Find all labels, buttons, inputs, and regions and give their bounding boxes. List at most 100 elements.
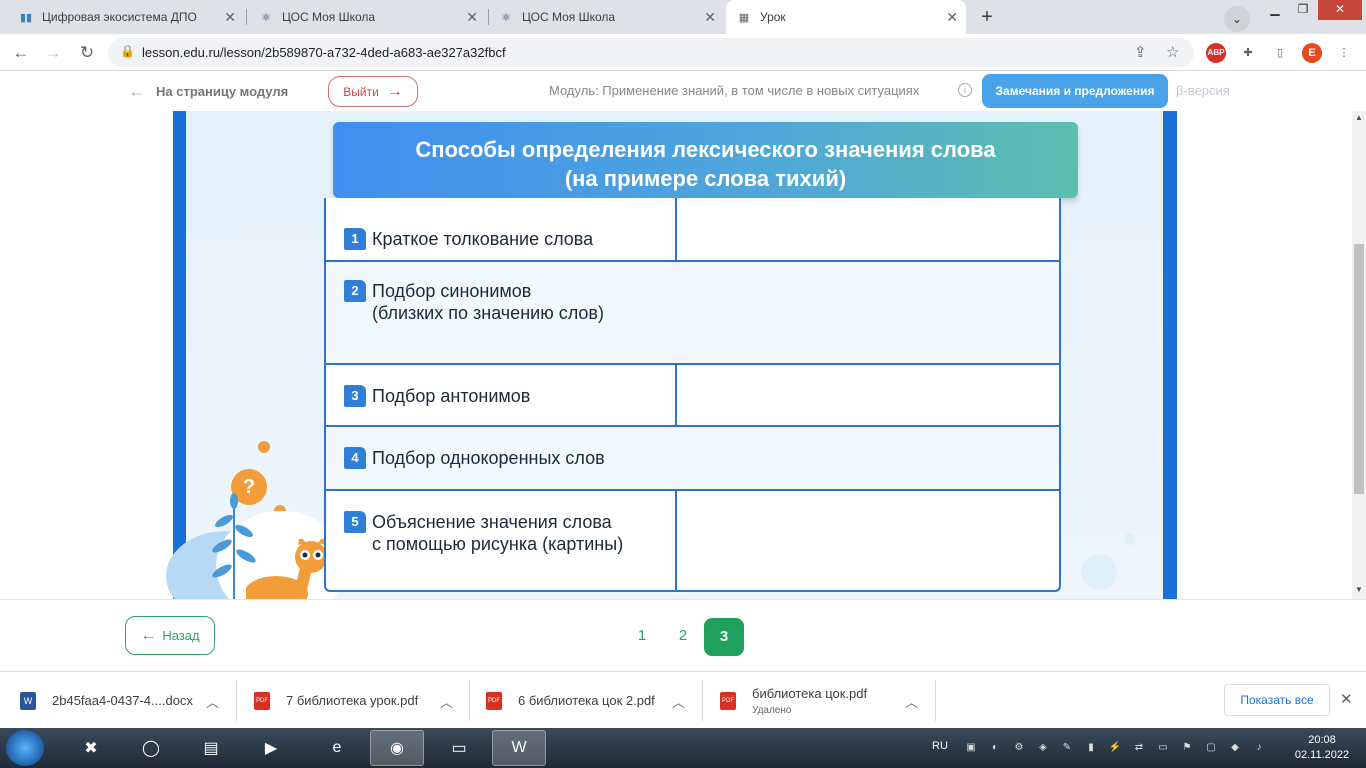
- back-to-module-link[interactable]: ← На страницу модуля: [128, 81, 288, 102]
- tray-icon[interactable]: ✎: [1060, 741, 1074, 755]
- tab-school-2[interactable]: ⚛ ЦОС Моя Школа ✕: [488, 0, 724, 34]
- tray-icon[interactable]: ◈: [1036, 741, 1050, 755]
- app-icon[interactable]: ✖: [64, 730, 118, 766]
- feedback-button[interactable]: Замечания и предложения: [982, 74, 1168, 108]
- media-player-icon[interactable]: ▶: [244, 730, 298, 766]
- new-tab-button[interactable]: +: [974, 5, 1000, 31]
- browser-toolbar: ← → ↻ 🔒 lesson.edu.ru/lesson/2b589870-a7…: [0, 34, 1366, 71]
- share-icon[interactable]: ⇪: [1134, 43, 1147, 61]
- table-row: 3 Подбор антонимов: [326, 365, 1059, 427]
- reload-icon[interactable]: ↻: [76, 42, 98, 64]
- exit-button[interactable]: Выйти →: [328, 76, 418, 107]
- download-name: библиотека цок.pdf: [752, 685, 868, 701]
- close-icon[interactable]: ✕: [466, 9, 478, 26]
- window-close-icon[interactable]: ✕: [1318, 0, 1362, 20]
- close-icon[interactable]: ✕: [224, 9, 236, 26]
- menu-dots-icon[interactable]: ⋮: [1334, 43, 1354, 63]
- table-cell: 4 Подбор однокоренных слов: [344, 447, 605, 469]
- tray-icon[interactable]: ◐: [988, 741, 1002, 755]
- tab-title: Урок: [760, 10, 786, 24]
- side-panel-icon[interactable]: ▯: [1270, 43, 1290, 63]
- page-1[interactable]: 1: [624, 618, 660, 654]
- minimize-icon[interactable]: ▁: [1262, 0, 1288, 20]
- scroll-up-icon[interactable]: ▲: [1352, 113, 1366, 122]
- explorer-folder-icon[interactable]: ▭: [432, 730, 486, 766]
- chevron-up-icon[interactable]: ︿: [905, 692, 918, 711]
- close-icon[interactable]: ✕: [1340, 690, 1353, 708]
- clock-time: 20:08: [1308, 734, 1336, 746]
- address-bar[interactable]: 🔒 lesson.edu.ru/lesson/2b589870-a732-4de…: [108, 38, 1194, 67]
- tray-icon[interactable]: ◆: [1228, 741, 1242, 755]
- refresh-app-icon[interactable]: ◯: [124, 730, 178, 766]
- chevron-up-icon[interactable]: ︿: [440, 692, 453, 711]
- tray-icon[interactable]: ⚙: [1012, 741, 1026, 755]
- download-name: 6 библиотека цок 2.pdf: [518, 693, 655, 708]
- word-icon[interactable]: W: [492, 730, 546, 766]
- show-all-button[interactable]: Показать все: [1224, 684, 1330, 716]
- chrome-icon[interactable]: ◉: [370, 730, 424, 766]
- start-button[interactable]: [6, 730, 44, 766]
- row-text: Объяснение значения слова с помощью рису…: [372, 512, 624, 554]
- network-app-icon[interactable]: ▤: [184, 730, 238, 766]
- module-title: Модуль: Применение знаний, в том числе в…: [549, 83, 920, 98]
- close-icon[interactable]: ✕: [946, 9, 958, 26]
- info-icon[interactable]: i: [958, 83, 972, 97]
- internet-explorer-icon[interactable]: e: [310, 730, 364, 766]
- arrow-left-icon: ←: [128, 81, 146, 101]
- clock[interactable]: 20:08 02.11.2022: [1292, 733, 1352, 763]
- chevron-up-icon[interactable]: ︿: [206, 692, 219, 711]
- signal-icon[interactable]: ▮: [1084, 741, 1098, 755]
- forward-arrow-icon[interactable]: →: [42, 42, 64, 64]
- flag-icon[interactable]: ⚑: [1180, 741, 1194, 755]
- download-item[interactable]: PDF библиотека цок.pdf Удалено: [720, 672, 867, 729]
- page-2[interactable]: 2: [665, 618, 701, 654]
- language-indicator[interactable]: RU: [932, 740, 948, 752]
- close-icon[interactable]: ✕: [704, 9, 716, 26]
- sync-icon[interactable]: ⇄: [1132, 741, 1146, 755]
- tray-icon[interactable]: ▣: [964, 741, 978, 755]
- page-scrollbar[interactable]: ▲ ▼: [1352, 111, 1366, 599]
- word-file-icon: W: [20, 691, 36, 710]
- tab-title: ЦОС Моя Школа: [522, 10, 616, 24]
- adblock-icon[interactable]: ABP: [1206, 43, 1226, 63]
- scroll-thumb[interactable]: [1354, 244, 1364, 494]
- decor-dot: [258, 441, 270, 453]
- pdf-file-icon: PDF: [486, 691, 502, 710]
- tab-lesson[interactable]: ▦ Урок ✕: [726, 0, 966, 34]
- tray-icon[interactable]: ▢: [1204, 741, 1218, 755]
- row-number-badge: 2: [344, 280, 366, 302]
- monitor-icon[interactable]: ▭: [1156, 741, 1170, 755]
- bolt-icon[interactable]: ⚡: [1108, 741, 1122, 755]
- download-item[interactable]: W 2b45faa4-0437-4....docx: [20, 672, 193, 729]
- url-text[interactable]: lesson.edu.ru/lesson/2b589870-a732-4ded-…: [142, 45, 506, 60]
- download-status: Удалено: [752, 704, 792, 716]
- lesson-slide: ? Способы определения лексического значе…: [166, 111, 1177, 599]
- atom-icon: ⚛: [261, 11, 271, 24]
- tab-ecosystem[interactable]: ▮▮ Цифровая экосистема ДПО ✕: [8, 0, 244, 34]
- back-arrow-icon[interactable]: ←: [10, 42, 32, 64]
- pdf-file-icon: PDF: [720, 691, 736, 710]
- extensions-puzzle-icon[interactable]: ✚: [1238, 43, 1258, 63]
- table-row: 4 Подбор однокоренных слов: [326, 427, 1059, 491]
- decor-bubble: [1081, 554, 1117, 590]
- download-item[interactable]: PDF 6 библиотека цок 2.pdf: [486, 672, 655, 729]
- profile-avatar[interactable]: E: [1302, 43, 1322, 63]
- row-number-badge: 4: [344, 447, 366, 469]
- tab-search-chevron-icon[interactable]: ⌄: [1224, 6, 1250, 32]
- restore-icon[interactable]: ❐: [1290, 0, 1316, 20]
- page-3[interactable]: 3: [704, 618, 744, 656]
- divider: [702, 680, 703, 721]
- back-button[interactable]: ← Назад: [125, 616, 215, 655]
- tab-title: ЦОС Моя Школа: [282, 10, 376, 24]
- volume-icon[interactable]: ♪: [1252, 741, 1266, 755]
- tab-separator: [246, 9, 247, 25]
- bookmark-star-icon[interactable]: ☆: [1166, 43, 1179, 61]
- pdf-file-icon: PDF: [254, 691, 270, 710]
- scroll-down-icon[interactable]: ▼: [1352, 585, 1366, 594]
- download-item[interactable]: PDF 7 библиотека урок.pdf: [254, 672, 418, 729]
- chevron-up-icon[interactable]: ︿: [672, 692, 685, 711]
- layout-icon: ▦: [738, 11, 750, 24]
- windows-taskbar: ✖ ◯ ▤ ▶ e ◉ ▭ W RU ▣ ◐ ⚙ ◈ ✎ ▮ ⚡ ⇄ ▭ ⚑ ▢…: [0, 728, 1366, 768]
- download-name: 7 библиотека урок.pdf: [286, 693, 419, 708]
- tab-school-1[interactable]: ⚛ ЦОС Моя Школа ✕: [248, 0, 486, 34]
